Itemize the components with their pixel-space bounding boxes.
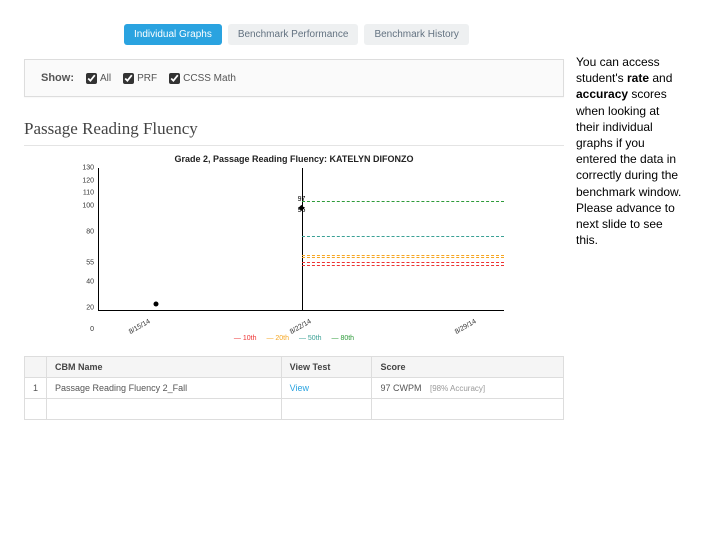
- tab-individual-graphs[interactable]: Individual Graphs: [124, 24, 222, 45]
- chart-legend: — 10th — 20th — 50th — 80th: [24, 335, 564, 342]
- chart-plot-area: 97 ◆ 95: [98, 168, 504, 311]
- fluency-chart: 130 120 110 100 80 55 40 20 0: [74, 168, 504, 333]
- checkbox-ccss-label: CCSS Math: [183, 73, 236, 84]
- table-row: 1 Passage Reading Fluency 2_Fall View 97…: [25, 378, 564, 399]
- legend-50th: — 50th: [299, 335, 322, 342]
- checkbox-all[interactable]: All: [86, 73, 111, 84]
- checkbox-ccss-input[interactable]: [169, 73, 180, 84]
- view-link[interactable]: View: [290, 383, 309, 393]
- col-index: [25, 357, 47, 378]
- checkbox-all-input[interactable]: [86, 73, 97, 84]
- chart-title: Grade 2, Passage Reading Fluency: KATELY…: [24, 154, 564, 164]
- show-filter-panel: Show: All PRF CCSS Math: [24, 59, 564, 97]
- checkbox-prf-label: PRF: [137, 73, 157, 84]
- show-label: Show:: [41, 72, 74, 84]
- tab-benchmark-performance[interactable]: Benchmark Performance: [228, 24, 359, 45]
- row-cbm-name: Passage Reading Fluency 2_Fall: [47, 378, 282, 399]
- section-heading-prf: Passage Reading Fluency: [24, 119, 564, 146]
- col-view-test: View Test: [281, 357, 372, 378]
- legend-80th: — 80th: [332, 335, 355, 342]
- col-cbm-name: CBM Name: [47, 357, 282, 378]
- row-accuracy: [98% Accuracy]: [430, 384, 485, 393]
- checkbox-ccss[interactable]: CCSS Math: [169, 73, 236, 84]
- instruction-text: You can access student's rate and accura…: [576, 24, 686, 420]
- tab-benchmark-history[interactable]: Benchmark History: [364, 24, 468, 45]
- checkbox-all-label: All: [100, 73, 111, 84]
- table-row-empty: [25, 399, 564, 420]
- checkbox-prf-input[interactable]: [123, 73, 134, 84]
- row-index: 1: [25, 378, 47, 399]
- col-score: Score: [372, 357, 564, 378]
- row-score: 97 CWPM: [380, 383, 421, 393]
- checkbox-prf[interactable]: PRF: [123, 73, 157, 84]
- tab-bar: Individual Graphs Benchmark Performance …: [124, 24, 564, 45]
- score-table: CBM Name View Test Score 1 Passage Readi…: [24, 356, 564, 420]
- legend-10th: — 10th: [234, 335, 257, 342]
